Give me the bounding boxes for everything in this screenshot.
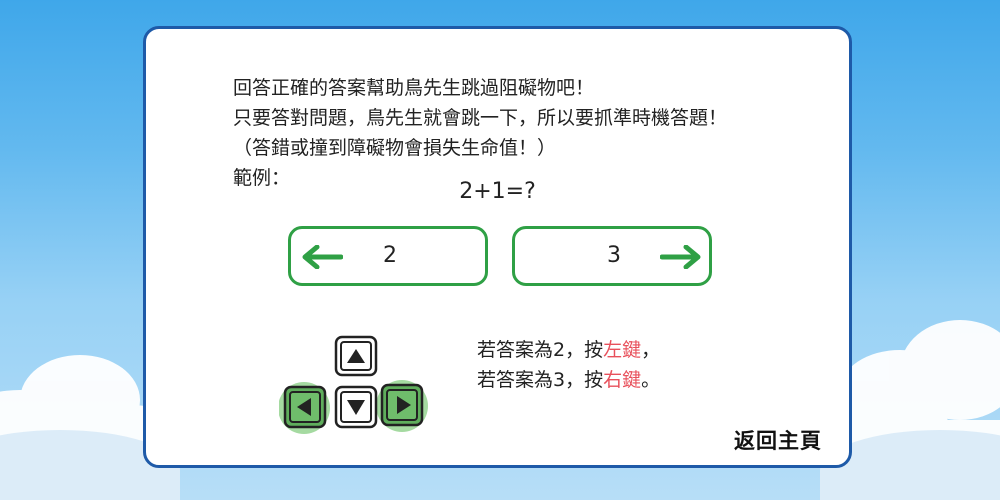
right-answer-label: 3 (607, 243, 621, 268)
hint-line-1: 若答案為2，按左鍵， (477, 335, 660, 365)
up-key-icon (334, 335, 378, 377)
hint-line-1-prefix: 若答案為2，按 (477, 339, 604, 361)
right-arrow-icon (660, 245, 701, 269)
left-answer-label: 2 (383, 243, 397, 268)
left-arrow-icon (302, 245, 343, 269)
right-key-label: 右鍵 (603, 369, 642, 391)
instruction-line-3: （答錯或撞到障礙物會損失生命值！） (233, 137, 557, 159)
left-key-label: 左鍵 (603, 339, 642, 361)
hint-line-2-prefix: 若答案為3，按 (477, 369, 604, 391)
instructions-panel: 回答正確的答案幫助鳥先生跳過阻礙物吧！ 只要答對問題，鳥先生就會跳一下，所以要抓… (143, 26, 852, 468)
example-equation: 2+1=? (459, 179, 536, 204)
right-key-icon (380, 383, 424, 427)
left-key-icon (283, 385, 327, 429)
back-to-home-button[interactable]: 返回主頁 (734, 425, 822, 455)
hint-text: 若答案為2，按左鍵， 若答案為3，按右鍵。 (477, 335, 660, 395)
instruction-line-1: 回答正確的答案幫助鳥先生跳過阻礙物吧！ (233, 77, 595, 99)
left-answer-button[interactable]: 2 (288, 226, 488, 286)
right-answer-button[interactable]: 3 (512, 226, 712, 286)
down-key-icon (334, 385, 378, 429)
hint-line-2-suffix: 。 (641, 369, 661, 391)
hint-line-2: 若答案為3，按右鍵。 (477, 365, 660, 395)
hint-line-1-suffix: ， (641, 339, 661, 361)
arrow-keys-diagram (279, 335, 428, 434)
instruction-line-2: 只要答對問題，鳥先生就會跳一下，所以要抓準時機答題！ (233, 107, 728, 129)
instructions-text: 回答正確的答案幫助鳥先生跳過阻礙物吧！ 只要答對問題，鳥先生就會跳一下，所以要抓… (233, 73, 727, 193)
